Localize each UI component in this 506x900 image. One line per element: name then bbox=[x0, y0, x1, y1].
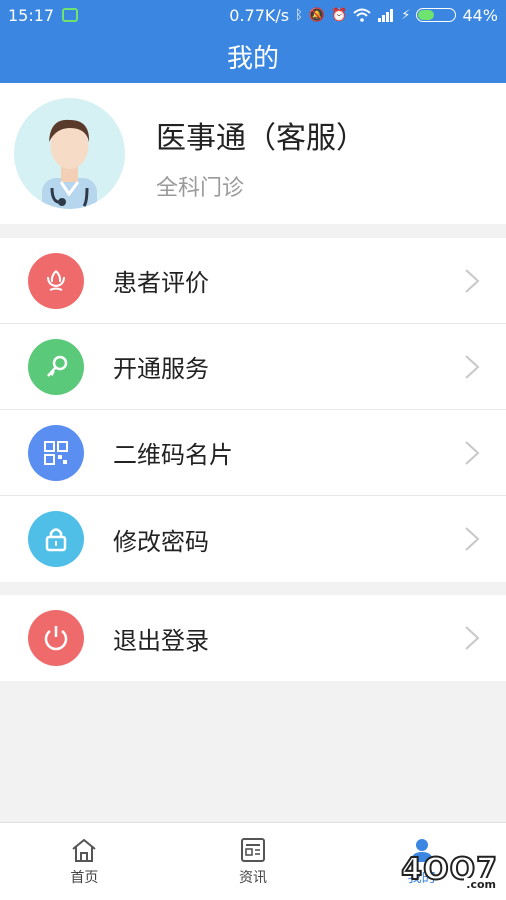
wifi-icon bbox=[353, 8, 371, 22]
wechat-icon bbox=[62, 8, 79, 22]
alarm-icon: ⏰ bbox=[331, 7, 348, 23]
menu-item-patient-review[interactable]: 患者评价 bbox=[0, 238, 506, 324]
status-bar: 15:17 0.77K/s ᛒ 🔕 ⏰ ⚡ 44% bbox=[0, 0, 506, 30]
home-icon bbox=[72, 838, 96, 862]
mute-icon: 🔕 bbox=[308, 7, 326, 23]
logout-label: 退出登录 bbox=[113, 626, 209, 655]
menu-item-open-service[interactable]: 开通服务 bbox=[0, 324, 506, 410]
chevron-right-icon bbox=[465, 440, 480, 465]
network-speed: 0.77K/s bbox=[229, 5, 290, 25]
profile-department: 全科门诊 bbox=[156, 176, 245, 201]
menu-item-label: 二维码名片 bbox=[113, 441, 233, 469]
tab-home[interactable]: 首页 bbox=[0, 823, 169, 900]
menu-item-logout[interactable]: 退出登录 bbox=[0, 595, 506, 681]
news-icon bbox=[241, 837, 265, 862]
menu-item-qrcode-card[interactable]: 二维码名片 bbox=[0, 410, 506, 496]
lock-icon bbox=[28, 511, 84, 567]
menu-item-label: 开通服务 bbox=[113, 355, 209, 383]
page-title: 我的 bbox=[226, 44, 279, 74]
menu-item-label: 修改密码 bbox=[113, 527, 209, 556]
profile-name: 医事通（客服） bbox=[156, 121, 366, 156]
qrcode-icon bbox=[28, 424, 84, 481]
chevron-right-icon bbox=[465, 527, 480, 551]
battery-indicator bbox=[416, 8, 457, 22]
logout-section: 退出登录 bbox=[0, 595, 506, 681]
chevron-right-icon bbox=[465, 354, 480, 379]
watermark-suffix: .com bbox=[464, 878, 498, 891]
status-time: 15:17 bbox=[8, 5, 55, 25]
doctor-avatar-icon bbox=[14, 98, 125, 209]
key-icon bbox=[28, 338, 84, 395]
signal-icon bbox=[378, 9, 394, 22]
menu-item-label: 患者评价 bbox=[113, 269, 209, 297]
profile-card[interactable]: 医事通（客服） 全科门诊 bbox=[0, 83, 506, 224]
tab-label: 资讯 bbox=[239, 869, 267, 886]
chevron-right-icon bbox=[465, 626, 480, 650]
chevron-right-icon bbox=[465, 268, 480, 293]
nav-bar: 我的 bbox=[0, 30, 506, 83]
bluetooth-icon: ᛒ bbox=[295, 7, 303, 23]
settings-menu: 患者评价 开通服务 二维码名片 修改密码 bbox=[0, 238, 506, 582]
menu-item-change-password[interactable]: 修改密码 bbox=[0, 496, 506, 582]
tab-news[interactable]: 资讯 bbox=[169, 823, 338, 900]
battery-percent: 44% bbox=[462, 5, 498, 25]
charging-icon: ⚡ bbox=[401, 7, 411, 23]
power-icon bbox=[28, 610, 84, 666]
tab-label: 首页 bbox=[70, 869, 99, 886]
flower-icon bbox=[28, 252, 84, 309]
